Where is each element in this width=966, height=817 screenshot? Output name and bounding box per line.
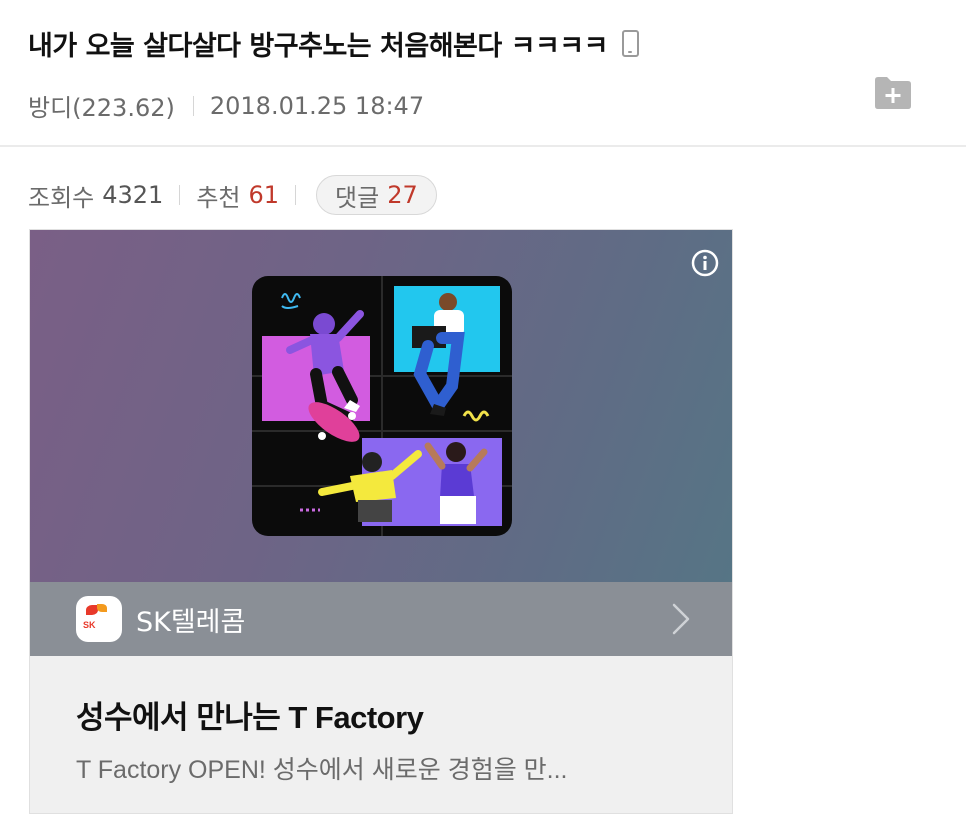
ad-body[interactable]: 성수에서 만나는 T Factory T Factory OPEN! 성수에서 … (30, 656, 732, 813)
folder-add-icon (875, 77, 911, 109)
ad-illustration (252, 276, 512, 536)
stats-divider (179, 185, 181, 205)
views-count: 4321 (102, 181, 164, 209)
views-label: 조회수 (28, 183, 95, 212)
post-title: 내가 오늘 살다살다 방구추노는 처음해본다 ㅋㅋㅋㅋ (28, 24, 639, 63)
comments-button[interactable]: 댓글 27 (316, 175, 437, 215)
post-stats: 조회수 4321 추천 61 댓글 27 (28, 174, 437, 216)
ad-description: T Factory OPEN! 성수에서 새로운 경험을 만... (76, 756, 568, 784)
ad-advertiser-bar[interactable]: SK SK텔레콤 (30, 582, 732, 656)
likes-count: 61 (248, 181, 280, 209)
post-meta: 방디(223.62) 2018.01.25 18:47 (28, 88, 424, 123)
info-icon[interactable] (690, 248, 720, 278)
author-name[interactable]: 방디(223.62) (28, 88, 175, 123)
mobile-phone-icon (621, 30, 639, 57)
sk-logo-text: SK (83, 620, 96, 630)
ad-banner[interactable] (30, 230, 732, 582)
chevron-right-icon[interactable] (670, 602, 692, 636)
post-datetime: 2018.01.25 18:47 (209, 91, 425, 120)
meta-divider (192, 95, 194, 116)
comments-count: 27 (387, 181, 418, 209)
post-title-text: 내가 오늘 살다살다 방구추노는 처음해본다 ㅋㅋㅋㅋ (28, 31, 608, 62)
stats-divider (295, 185, 297, 205)
ad-headline: 성수에서 만나는 T Factory (76, 700, 424, 735)
comments-label: 댓글 (335, 183, 380, 212)
header-divider (0, 145, 966, 147)
advertiser-name: SK텔레콤 (136, 606, 246, 638)
ad-card[interactable]: SK SK텔레콤 성수에서 만나는 T Factory T Factory OP… (29, 229, 733, 814)
folder-add-button[interactable] (872, 75, 914, 111)
likes-label: 추천 (196, 183, 241, 212)
sk-telecom-logo: SK (76, 596, 122, 642)
